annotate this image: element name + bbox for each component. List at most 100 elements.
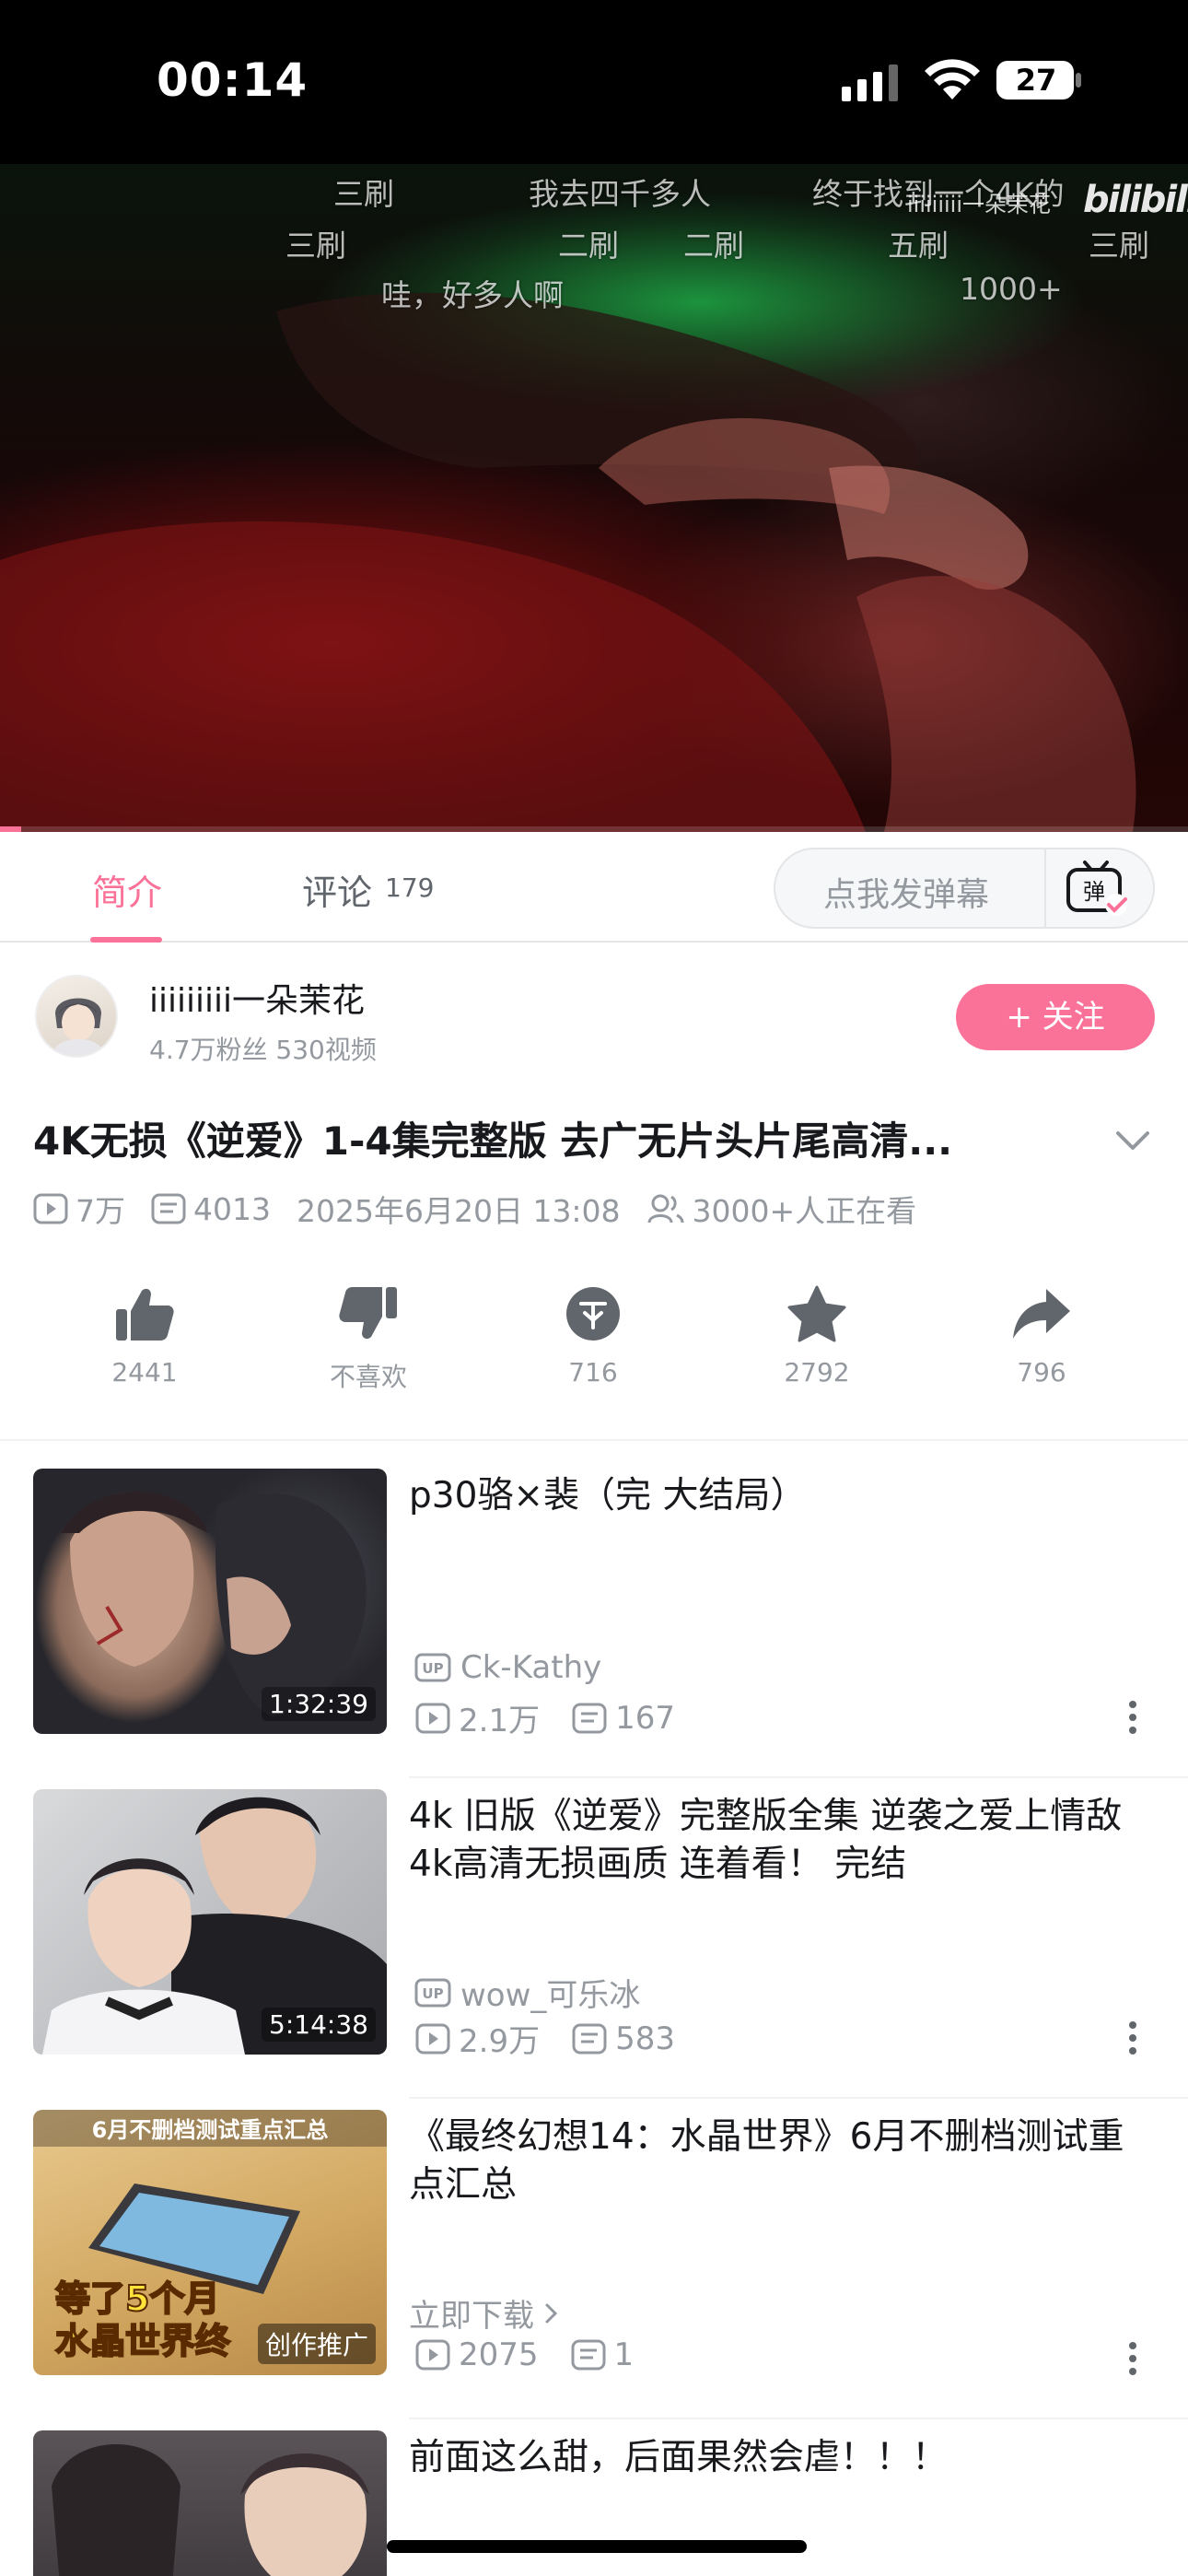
video-stats: 2.1万 167: [414, 1695, 675, 1740]
video-stats: 2075 1: [414, 2336, 634, 2373]
view-count: 2.9万: [459, 2023, 541, 2060]
uploader-row[interactable]: UP wow_可乐冰: [414, 1970, 640, 2015]
danmaku-text: 哇，好多人啊: [381, 277, 564, 313]
recommended-video[interactable]: 前面这么甜，后面果然会虐！！！: [0, 2430, 1188, 2576]
tab-intro[interactable]: 简介: [92, 864, 162, 915]
bilibili-logo: bilibili: [1083, 179, 1188, 221]
download-label[interactable]: 立即下载: [409, 2290, 534, 2336]
dislike-button[interactable]: 不喜欢: [299, 1285, 437, 1394]
uploader-row[interactable]: UP Ck-Kathy: [414, 1649, 601, 1686]
publish-date: 2025年6月20日 13:08: [296, 1193, 621, 1229]
uploader-watermark: iiiiiiiii一朵茉花: [907, 192, 1052, 217]
video-thumbnail[interactable]: 5:14:38: [33, 1789, 387, 2055]
up-badge-icon: UP: [414, 1978, 451, 2007]
danmaku-text: 二刷: [683, 228, 744, 263]
coin-count: 716: [568, 1357, 618, 1388]
status-bar: 00:14 27: [0, 0, 1188, 164]
like-count: 2441: [111, 1357, 178, 1388]
like-button[interactable]: 2441: [76, 1285, 214, 1388]
danmaku-text: 二刷: [558, 228, 619, 263]
more-options-icon[interactable]: [1125, 2340, 1140, 2377]
chevron-right-icon: [545, 2303, 558, 2323]
more-options-icon[interactable]: [1125, 2020, 1140, 2056]
video-thumbnail[interactable]: [33, 2430, 387, 2576]
danmaku-count-icon: [572, 2023, 607, 2054]
star-icon: [787, 1285, 846, 1342]
divider: [409, 2418, 1188, 2419]
coin-button[interactable]: 716: [524, 1285, 662, 1388]
follow-button[interactable]: + 关注: [956, 984, 1155, 1050]
more-options-icon[interactable]: [1125, 1699, 1140, 1736]
divider: [409, 2097, 1188, 2099]
danmaku-count-icon: [151, 1193, 186, 1224]
tab-bar: 简介 评论 179 点我发弹幕 弹: [0, 832, 1188, 943]
danmaku-count: 1: [613, 2336, 635, 2373]
home-indicator[interactable]: [387, 2540, 807, 2553]
download-link[interactable]: 立即下载: [409, 2290, 571, 2336]
uploader-stats: 4.7万粉丝 530视频: [149, 1035, 377, 1065]
view-count: 2075: [459, 2336, 539, 2373]
uploader-avatar[interactable]: [35, 975, 118, 1058]
danmaku-send-box[interactable]: 点我发弹幕 弹: [774, 848, 1155, 929]
battery-level: 27: [1015, 63, 1057, 98]
thumbs-up-icon: [116, 1288, 174, 1341]
status-time: 00:14: [157, 53, 309, 107]
share-count: 796: [1017, 1357, 1066, 1388]
video-title[interactable]: 4k 旧版《逆爱》完整版全集 逆袭之爱上情敌 4k高清无损画质 连着看！ 完结: [409, 1793, 1146, 1889]
danmaku-count: 4013: [193, 1190, 271, 1227]
wifi-icon: [925, 59, 980, 100]
danmaku-text: 1000+: [960, 271, 1063, 307]
play-count-icon: [415, 2339, 450, 2371]
chevron-down-icon[interactable]: [1112, 1122, 1153, 1159]
favorite-button[interactable]: 2792: [748, 1285, 886, 1388]
play-count-icon: [33, 1193, 68, 1224]
video-thumbnail[interactable]: 1:32:39: [33, 1469, 387, 1734]
danmaku-count-icon: [572, 1703, 607, 1733]
recommended-video[interactable]: 5:14:38 4k 旧版《逆爱》完整版全集 逆袭之爱上情敌 4k高清无损画质 …: [0, 1789, 1188, 2110]
ad-title[interactable]: 《最终幻想14：水晶世界》6月不删档测试重点汇总: [409, 2113, 1146, 2209]
video-title[interactable]: 前面这么甜，后面果然会虐！！！: [409, 2434, 1146, 2482]
danmaku-toggle-glyph: 弹: [1083, 879, 1105, 905]
thumbs-down-icon: [339, 1287, 397, 1340]
watching-icon: [647, 1194, 684, 1224]
uploader-name[interactable]: iiiiiiiii一朵茉花: [149, 974, 365, 1022]
view-count: 7万: [76, 1193, 125, 1229]
uploader-name: Ck-Kathy: [460, 1649, 602, 1686]
thumbnail-art: [52, 2444, 369, 2576]
recommended-video[interactable]: 1:32:39 p30骆×裴（完 大结局） UP Ck-Kathy 2.1万 1…: [0, 1469, 1188, 1789]
danmaku-toggle-icon[interactable]: 弹: [1063, 859, 1133, 919]
divider: [409, 1776, 1188, 1778]
share-icon: [1013, 1289, 1070, 1339]
danmaku-count-icon: [571, 2339, 606, 2371]
cellular-signal-icon: [842, 64, 898, 101]
video-stats: 2.9万 583: [414, 2016, 675, 2061]
dislike-label: 不喜欢: [329, 1362, 407, 1392]
watching-count: 3000+人正在看: [692, 1193, 917, 1229]
danmaku-count: 167: [615, 1699, 675, 1737]
section-divider: [0, 1439, 1188, 1441]
thumbnail-headline: 等了5个月: [55, 2278, 219, 2319]
up-badge-icon: UP: [414, 1653, 451, 1682]
divider: [1044, 849, 1046, 927]
ad-thumbnail[interactable]: 6月不删档测试重点汇总 等了5个月 水晶世界终 创作推广: [33, 2110, 387, 2375]
view-count: 2.1万: [459, 1703, 541, 1739]
favorite-count: 2792: [784, 1357, 850, 1388]
danmaku-input-placeholder[interactable]: 点我发弹幕: [823, 868, 989, 916]
video-duration: 1:32:39: [262, 1687, 376, 1721]
tab-comments[interactable]: 评论: [302, 864, 372, 915]
play-count-icon: [415, 2023, 450, 2054]
video-player[interactable]: 三刷 我去四千多人 终于找到一个4K的 三刷 二刷 二刷 五刷 三刷 哇，好多人…: [0, 164, 1188, 832]
svg-text:UP: UP: [422, 1660, 443, 1677]
video-meta: 7万 4013 2025年6月20日 13:08 3000+人正在看: [33, 1188, 916, 1229]
uploader-name: wow_可乐冰: [460, 1977, 641, 2014]
thumbnail-headline: 水晶世界终: [55, 2321, 231, 2361]
video-title[interactable]: 4K无损《逆爱》1-4集完整版 去广无片头片尾高清...: [33, 1110, 1111, 1166]
video-title[interactable]: p30骆×裴（完 大结局）: [409, 1472, 1146, 1520]
share-button[interactable]: 796: [973, 1285, 1111, 1388]
danmaku-text: 五刷: [888, 228, 949, 263]
comment-count: 179: [385, 872, 435, 903]
promotion-tag: 创作推广: [257, 2324, 376, 2364]
recommended-ad[interactable]: 6月不删档测试重点汇总 等了5个月 水晶世界终 创作推广 《最终幻想14：水晶世…: [0, 2110, 1188, 2430]
avatar-art: [51, 998, 106, 1056]
danmaku-text: 三刷: [1089, 228, 1149, 263]
